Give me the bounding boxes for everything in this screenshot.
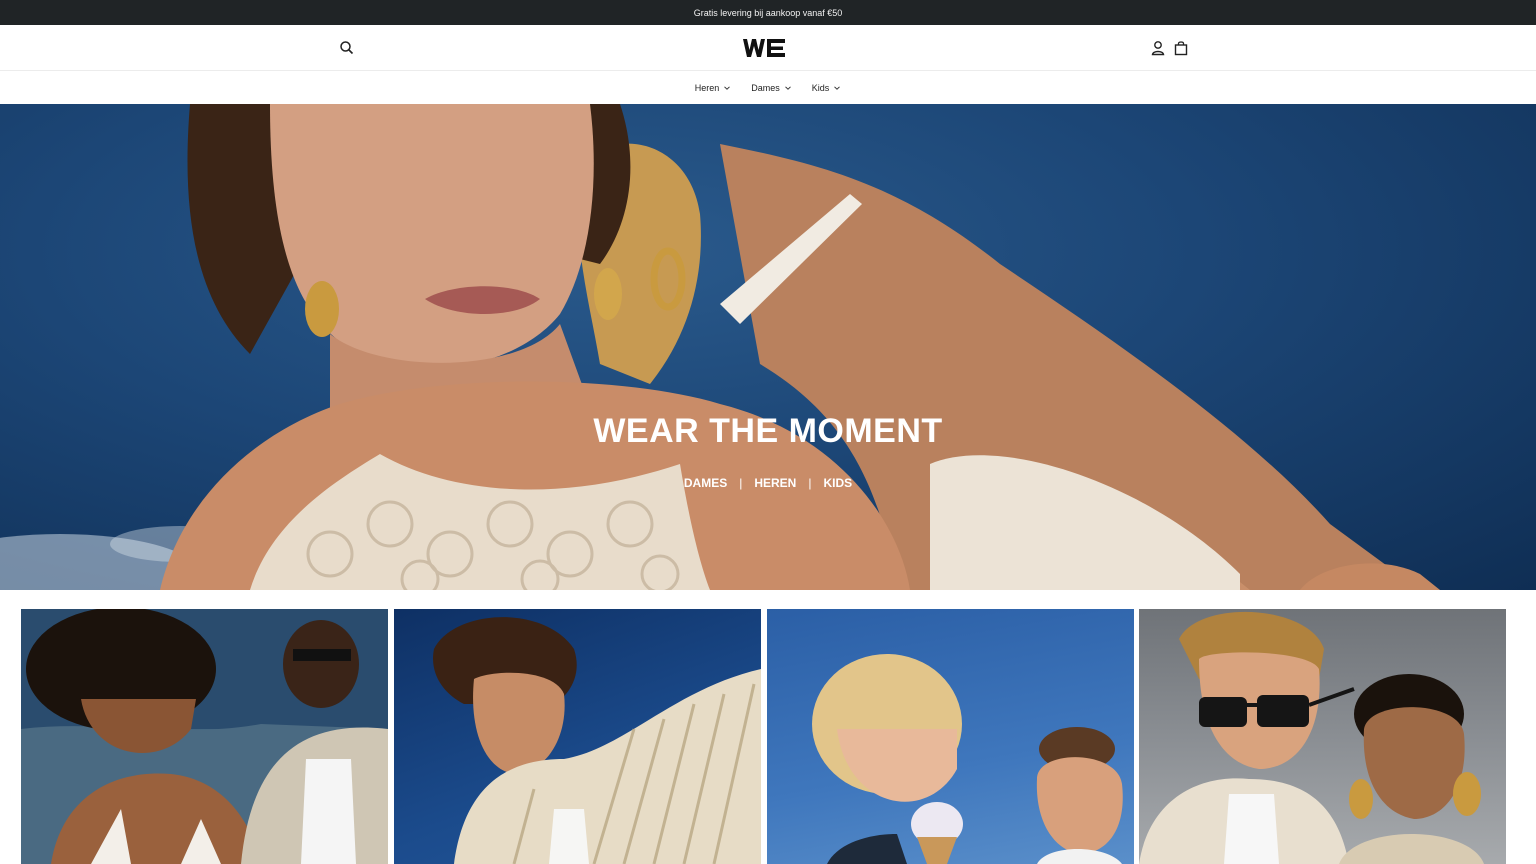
hero-photo: [0, 104, 1440, 590]
we-logo[interactable]: [741, 35, 787, 61]
hero-link-heren[interactable]: HEREN: [754, 476, 796, 490]
nav-item-kids[interactable]: Kids: [812, 83, 842, 93]
nav-item-heren[interactable]: Heren: [695, 83, 732, 93]
search-icon[interactable]: [338, 39, 356, 57]
link-separator: |: [739, 476, 743, 490]
nav-item-label: Kids: [811, 82, 830, 93]
nav-item-dames[interactable]: Dames: [751, 83, 792, 93]
hero-title: WEAR THE MOMENT: [593, 412, 943, 450]
link-separator: |: [808, 476, 812, 490]
man-striped-shirt-photo: [433, 617, 761, 864]
couple-beach-photo: [21, 609, 388, 864]
nav-item-label: Dames: [751, 82, 780, 93]
nav-item-label: Heren: [694, 82, 720, 93]
chevron-down-icon: [724, 85, 731, 90]
announcement-text: Gratis levering bij aankoop vanaf €50: [693, 7, 843, 18]
site-header: [0, 25, 1536, 71]
hero-link-kids[interactable]: KIDS: [823, 476, 852, 490]
category-tile-heren[interactable]: [394, 609, 761, 864]
category-tile-couple-formal[interactable]: [1139, 609, 1506, 864]
couple-sunglasses-photo: [1139, 611, 1484, 864]
hero-banner[interactable]: WEAR THE MOMENT DAMES | HEREN | KIDS: [0, 104, 1536, 590]
kids-ice-cream-photo: [812, 654, 1123, 864]
category-tile-couple[interactable]: [21, 609, 388, 864]
announcement-bar: Gratis levering bij aankoop vanaf €50: [0, 0, 1536, 25]
chevron-down-icon: [784, 85, 791, 90]
shopping-bag-icon[interactable]: [1173, 39, 1189, 57]
user-icon[interactable]: [1150, 39, 1166, 57]
hero-category-links: DAMES | HEREN | KIDS: [0, 476, 1536, 490]
category-tile-kids[interactable]: [767, 609, 1134, 864]
main-nav: Heren Dames Kids: [0, 71, 1536, 104]
hero-link-dames[interactable]: DAMES: [684, 476, 727, 490]
chevron-down-icon: [834, 85, 841, 90]
